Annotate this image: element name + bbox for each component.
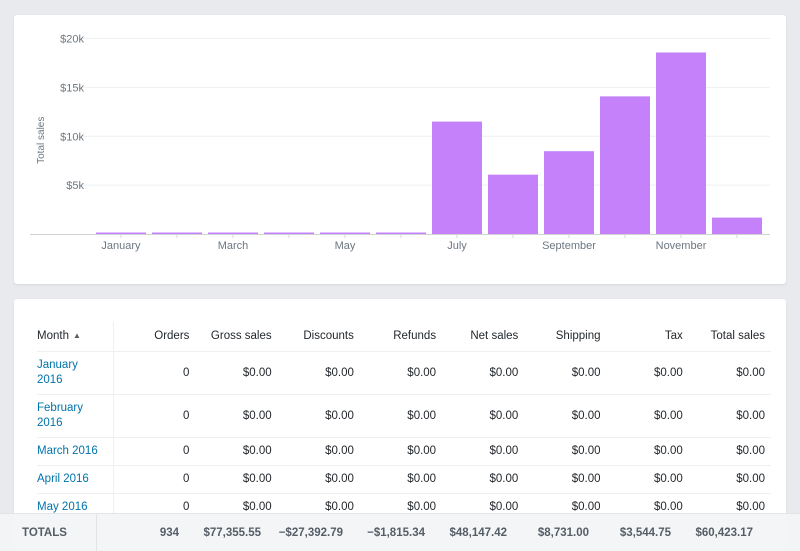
refunds-cell: $0.00 xyxy=(359,394,443,438)
tax-cell: $0.00 xyxy=(606,394,689,438)
shipping-cell: $0.00 xyxy=(524,437,607,466)
table-row: February 2016 0 $0.00 $0.00 $0.00 $0.00 $0.00 $… xyxy=(37,394,771,438)
shipping-cell: $0.00 xyxy=(524,351,607,395)
column-header-net-sales[interactable]: Net sales xyxy=(442,322,525,352)
month-cell: February 2016 xyxy=(37,394,114,438)
sales-bar-chart: $5k $10k $15k $20k Total sales January March Ma… xyxy=(30,34,770,252)
bar-june xyxy=(376,232,426,234)
month-cell: April 2016 xyxy=(37,465,114,494)
x-tick-label: July xyxy=(447,240,467,252)
bar-april xyxy=(264,232,314,234)
y-tick-label: $20k xyxy=(60,34,84,46)
tax-cell: $0.00 xyxy=(606,437,689,466)
bar-december xyxy=(712,217,762,234)
gross-sales-cell: $0.00 xyxy=(195,351,278,395)
discounts-cell: $0.00 xyxy=(277,394,360,438)
refunds-cell: $0.00 xyxy=(359,465,443,494)
column-header-total-sales[interactable]: Total sales xyxy=(688,322,771,352)
orders-cell: 0 xyxy=(113,465,196,494)
tax-cell: $0.00 xyxy=(606,351,689,395)
month-link[interactable]: February 2016 xyxy=(37,401,97,431)
gross-sales-cell: $0.00 xyxy=(195,394,278,438)
column-header-month[interactable]: Month ▲ xyxy=(37,322,114,352)
x-tick-label: May xyxy=(335,240,356,252)
column-header-shipping[interactable]: Shipping xyxy=(524,322,607,352)
shipping-cell: $0.00 xyxy=(524,465,607,494)
totals-bar: TOTALS 934 $77,355.55 −$27,392.79 −$1,81… xyxy=(0,513,800,551)
bar-november xyxy=(656,52,706,235)
discounts-cell: $0.00 xyxy=(277,465,360,494)
totals-refunds: −$1,815.34 xyxy=(367,527,425,539)
total-sales-cell: $0.00 xyxy=(688,465,771,494)
bar-august xyxy=(488,174,538,234)
report-table: Month ▲ Orders Gross sales Discounts Refu… xyxy=(37,322,771,522)
totals-shipping: $8,731.00 xyxy=(537,527,589,539)
month-cell: January 2016 xyxy=(37,351,114,395)
bar-october xyxy=(600,96,650,234)
totals-tax: $3,544.75 xyxy=(619,527,671,539)
month-link[interactable]: January 2016 xyxy=(37,358,97,388)
column-header-refunds[interactable]: Refunds xyxy=(359,322,443,352)
column-header-gross-sales[interactable]: Gross sales xyxy=(195,322,278,352)
bar-july xyxy=(432,121,482,234)
discounts-cell: $0.00 xyxy=(277,437,360,466)
net-sales-cell: $0.00 xyxy=(442,394,525,438)
discounts-cell: $0.00 xyxy=(277,351,360,395)
net-sales-cell: $0.00 xyxy=(442,437,525,466)
table-row: January 2016 0 $0.00 $0.00 $0.00 $0.00 $0.00 $0… xyxy=(37,351,771,395)
month-link[interactable]: March 2016 xyxy=(37,444,98,459)
x-tick-label: November xyxy=(656,240,707,252)
chart-card: $5k $10k $15k $20k Total sales January March Ma… xyxy=(14,15,786,284)
table-row: April 2016 0 $0.00 $0.00 $0.00 $0.00 $0.00 $0.0… xyxy=(37,465,771,494)
table-row: March 2016 0 $0.00 $0.00 $0.00 $0.00 $0.00 $0.0… xyxy=(37,437,771,466)
totals-total-sales: $60,423.17 xyxy=(695,527,753,539)
sort-ascending-icon: ▲ xyxy=(72,331,81,341)
tax-cell: $0.00 xyxy=(606,465,689,494)
shipping-cell: $0.00 xyxy=(524,394,607,438)
totals-discounts: −$27,392.79 xyxy=(278,527,343,539)
bar-september xyxy=(544,151,594,234)
totals-net-sales: $48,147.42 xyxy=(449,527,507,539)
orders-cell: 0 xyxy=(113,437,196,466)
x-tick-label: March xyxy=(218,240,249,252)
bar-march xyxy=(208,232,258,234)
totals-label: TOTALS xyxy=(22,514,97,551)
y-tick-label: $15k xyxy=(60,82,84,94)
totals-orders: 934 xyxy=(159,527,179,539)
month-link[interactable]: April 2016 xyxy=(37,472,89,487)
y-axis-label: Total sales xyxy=(36,117,47,164)
gross-sales-cell: $0.00 xyxy=(195,437,278,466)
bar-february xyxy=(152,232,202,234)
gross-sales-cell: $0.00 xyxy=(195,465,278,494)
column-header-tax[interactable]: Tax xyxy=(606,322,689,352)
bar-may xyxy=(320,232,370,234)
total-sales-cell: $0.00 xyxy=(688,394,771,438)
month-cell: March 2016 xyxy=(37,437,114,466)
x-tick-label: September xyxy=(542,240,596,252)
orders-cell: 0 xyxy=(113,394,196,438)
bar-january xyxy=(96,232,146,234)
column-header-orders[interactable]: Orders xyxy=(113,322,196,352)
refunds-cell: $0.00 xyxy=(359,351,443,395)
total-sales-cell: $0.00 xyxy=(688,437,771,466)
total-sales-cell: $0.00 xyxy=(688,351,771,395)
orders-cell: 0 xyxy=(113,351,196,395)
net-sales-cell: $0.00 xyxy=(442,465,525,494)
x-tick-label: January xyxy=(101,240,141,252)
refunds-cell: $0.00 xyxy=(359,437,443,466)
table-header-row: Month ▲ Orders Gross sales Discounts Refu… xyxy=(37,322,771,352)
y-tick-label: $10k xyxy=(60,131,84,143)
column-header-discounts[interactable]: Discounts xyxy=(277,322,360,352)
totals-gross-sales: $77,355.55 xyxy=(203,527,261,539)
y-tick-label: $5k xyxy=(66,180,84,192)
net-sales-cell: $0.00 xyxy=(442,351,525,395)
